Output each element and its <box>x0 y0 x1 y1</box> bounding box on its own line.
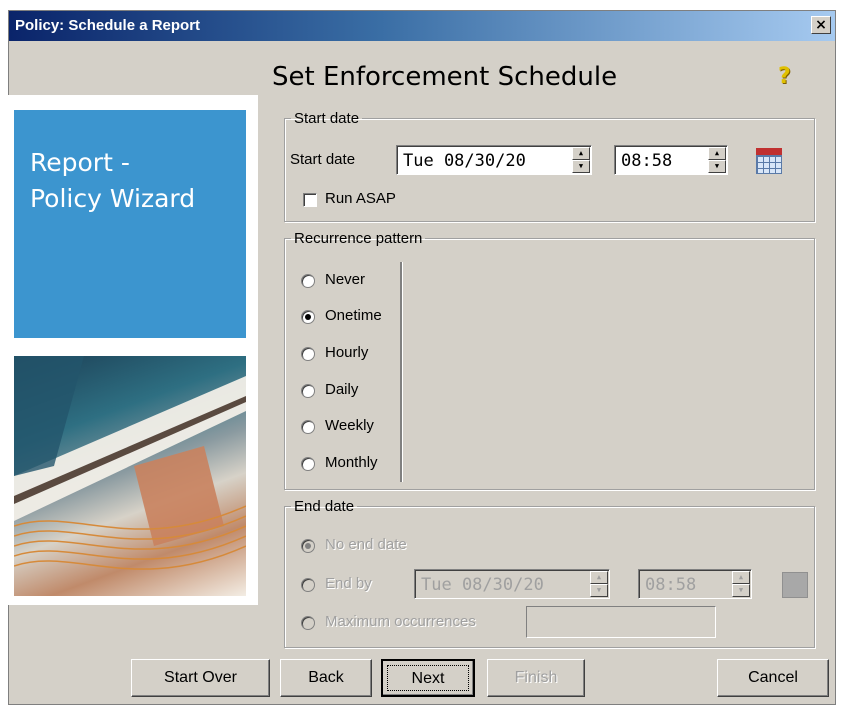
label-weekly: Weekly <box>325 417 374 434</box>
label-monthly: Monthly <box>325 454 378 471</box>
start-time-value: 08:58 <box>621 151 673 171</box>
label-end-by: End by <box>325 575 372 592</box>
spin-up-icon[interactable]: ▲ <box>590 571 608 584</box>
next-button[interactable]: Next <box>381 659 475 697</box>
start-date-label: Start date <box>290 151 356 168</box>
max-occurrences-input[interactable] <box>526 606 716 638</box>
radio-hourly[interactable] <box>301 347 315 361</box>
help-icon[interactable]: ? <box>778 64 791 89</box>
label-max-occurrences: Maximum occurrences <box>325 613 476 630</box>
radio-end-by[interactable] <box>301 578 315 592</box>
architecture-illustration <box>14 356 246 570</box>
radio-max-occurrences[interactable] <box>301 616 315 630</box>
finish-button[interactable]: Finish <box>487 659 585 697</box>
page-title: Set Enforcement Schedule <box>272 62 618 92</box>
label-onetime: Onetime <box>325 307 382 324</box>
start-time-spinner[interactable]: ▲ ▼ <box>708 147 726 173</box>
radio-onetime[interactable] <box>301 310 315 324</box>
wizard-banner: Report - Policy Wizard <box>14 110 246 338</box>
label-hourly: Hourly <box>325 344 369 361</box>
start-over-button[interactable]: Start Over <box>131 659 270 697</box>
run-asap-checkbox[interactable] <box>303 193 317 207</box>
start-date-value: Tue 08/30/20 <box>403 151 526 171</box>
end-time-picker[interactable]: 08:58 ▲ ▼ <box>638 569 752 599</box>
cancel-button[interactable]: Cancel <box>717 659 829 697</box>
end-time-spinner[interactable]: ▲ ▼ <box>732 571 750 597</box>
recurrence-legend: Recurrence pattern <box>294 230 423 247</box>
start-date-picker[interactable]: Tue 08/30/20 ▲ ▼ <box>396 145 592 175</box>
start-time-picker[interactable]: 08:58 ▲ ▼ <box>614 145 728 175</box>
radio-monthly[interactable] <box>301 457 315 471</box>
start-date-legend: Start date <box>294 110 360 127</box>
end-date-value: Tue 08/30/20 <box>421 575 544 595</box>
spin-up-icon[interactable]: ▲ <box>708 147 726 160</box>
radio-never[interactable] <box>301 274 315 288</box>
run-asap-label: Run ASAP <box>325 190 396 207</box>
decorative-image <box>14 356 246 596</box>
back-button-label: Back <box>308 669 344 686</box>
back-button[interactable]: Back <box>280 659 372 697</box>
end-date-spinner[interactable]: ▲ ▼ <box>590 571 608 597</box>
end-calendar-icon[interactable] <box>782 572 808 598</box>
label-never: Never <box>325 271 366 288</box>
calendar-icon[interactable] <box>756 148 782 174</box>
spin-up-icon[interactable]: ▲ <box>572 147 590 160</box>
window-title: Policy: Schedule a Report <box>15 17 201 34</box>
close-icon: × <box>815 17 827 33</box>
spin-down-icon[interactable]: ▼ <box>732 584 750 597</box>
spin-down-icon[interactable]: ▼ <box>708 160 726 173</box>
recurrence-divider <box>400 262 403 482</box>
radio-weekly[interactable] <box>301 420 315 434</box>
end-date-legend: End date <box>294 498 355 515</box>
label-daily: Daily <box>325 381 359 398</box>
end-time-value: 08:58 <box>645 575 697 595</box>
spin-down-icon[interactable]: ▼ <box>572 160 590 173</box>
start-date-spinner[interactable]: ▲ ▼ <box>572 147 590 173</box>
close-button[interactable]: × <box>811 16 831 34</box>
title-bar: Policy: Schedule a Report × <box>9 11 835 41</box>
spin-down-icon[interactable]: ▼ <box>590 584 608 597</box>
banner-line-2: Policy Wizard <box>30 184 196 213</box>
label-no-end-date: No end date <box>325 536 407 553</box>
radio-daily[interactable] <box>301 384 315 398</box>
end-date-picker[interactable]: Tue 08/30/20 ▲ ▼ <box>414 569 610 599</box>
spin-up-icon[interactable]: ▲ <box>732 571 750 584</box>
banner-line-1: Report - <box>30 148 130 177</box>
radio-no-end-date[interactable] <box>301 539 315 553</box>
